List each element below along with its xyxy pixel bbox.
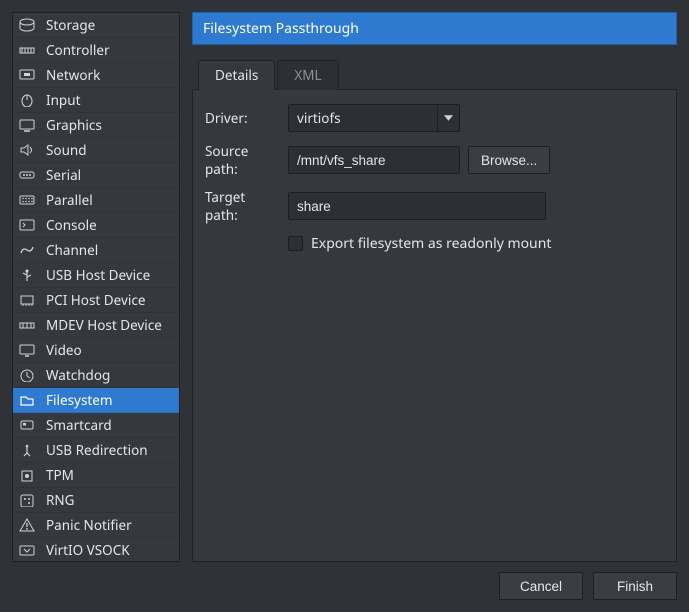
source-path-label: Source path: — [205, 142, 280, 178]
filesystem-icon — [17, 392, 37, 408]
readonly-checkbox[interactable] — [288, 236, 303, 251]
sidebar-item-label: Filesystem — [46, 391, 173, 409]
sidebar-item-label: Network — [46, 66, 173, 84]
sound-icon — [17, 142, 37, 158]
sidebar-item-tpm[interactable]: TPM — [13, 463, 179, 488]
display-icon — [17, 117, 37, 133]
driver-value: virtiofs — [297, 109, 341, 127]
sidebar-item-label: Console — [46, 216, 173, 234]
network-icon — [17, 67, 37, 83]
sidebar-item-rng[interactable]: RNG — [13, 488, 179, 513]
details-body: Driver: virtiofs Source path: Browse... — [192, 89, 677, 562]
sidebar-item-label: Serial — [46, 166, 173, 184]
sidebar-item-virtio-vsock[interactable]: VirtIO VSOCK — [13, 538, 179, 562]
sidebar-item-label: Smartcard — [46, 416, 173, 434]
sidebar-item-usb-host-device[interactable]: USB Host Device — [13, 263, 179, 288]
readonly-label: Export filesystem as readonly mount — [311, 234, 551, 253]
sidebar-item-label: PCI Host Device — [46, 291, 173, 309]
sidebar-item-watchdog[interactable]: Watchdog — [13, 363, 179, 388]
sidebar-item-panic-notifier[interactable]: Panic Notifier — [13, 513, 179, 538]
smartcard-icon — [17, 417, 37, 433]
serial-icon — [17, 167, 37, 183]
sidebar-item-label: Parallel — [46, 191, 173, 209]
input-icon — [17, 92, 37, 108]
sidebar-item-label: Sound — [46, 141, 173, 159]
sidebar-item-label: Video — [46, 341, 173, 359]
hardware-sidebar: Storage Controller Network Input Graphics Sou… — [12, 12, 180, 562]
chevron-down-icon — [437, 105, 459, 131]
tab-details[interactable]: Details — [198, 60, 275, 90]
sidebar-item-channel[interactable]: Channel — [13, 238, 179, 263]
sidebar-item-label: TPM — [46, 466, 173, 484]
sidebar-item-label: Graphics — [46, 116, 173, 134]
sidebar-item-label: USB Host Device — [46, 266, 173, 284]
sidebar-item-pci-host-device[interactable]: PCI Host Device — [13, 288, 179, 313]
driver-select[interactable]: virtiofs — [288, 104, 460, 132]
panel-title: Filesystem Passthrough — [192, 12, 677, 45]
sidebar-item-label: MDEV Host Device — [46, 316, 173, 334]
sidebar-item-label: Storage — [46, 16, 173, 34]
sidebar-item-sound[interactable]: Sound — [13, 138, 179, 163]
sidebar-item-console[interactable]: Console — [13, 213, 179, 238]
sidebar-item-label: Controller — [46, 41, 173, 59]
sidebar-item-serial[interactable]: Serial — [13, 163, 179, 188]
sidebar-item-label: Input — [46, 91, 173, 109]
rng-icon — [17, 492, 37, 508]
sidebar-item-label: USB Redirection — [46, 441, 173, 459]
sidebar-item-video[interactable]: Video — [13, 338, 179, 363]
console-icon — [17, 217, 37, 233]
sidebar-item-label: Channel — [46, 241, 173, 259]
usb-icon — [17, 267, 37, 283]
finish-button[interactable]: Finish — [593, 572, 677, 600]
sidebar-item-label: RNG — [46, 491, 173, 509]
channel-icon — [17, 242, 37, 258]
sidebar-item-input[interactable]: Input — [13, 88, 179, 113]
usb-redir-icon — [17, 442, 37, 458]
sidebar-item-storage[interactable]: Storage — [13, 13, 179, 38]
parallel-icon — [17, 192, 37, 208]
sidebar-item-usb-redirection[interactable]: USB Redirection — [13, 438, 179, 463]
target-path-label: Target path: — [205, 188, 280, 224]
sidebar-item-controller[interactable]: Controller — [13, 38, 179, 63]
cancel-button[interactable]: Cancel — [499, 572, 583, 600]
sidebar-item-label: Watchdog — [46, 366, 173, 384]
sidebar-item-label: VirtIO VSOCK — [46, 541, 173, 559]
pci-icon — [17, 292, 37, 308]
source-path-input[interactable] — [288, 146, 460, 174]
tab-xml[interactable]: XML — [277, 60, 338, 90]
sidebar-item-parallel[interactable]: Parallel — [13, 188, 179, 213]
sidebar-item-graphics[interactable]: Graphics — [13, 113, 179, 138]
sidebar-item-filesystem[interactable]: Filesystem — [13, 388, 179, 413]
panic-icon — [17, 517, 37, 533]
driver-label: Driver: — [205, 109, 280, 127]
tpm-icon — [17, 467, 37, 483]
sidebar-item-mdev-host-device[interactable]: MDEV Host Device — [13, 313, 179, 338]
sidebar-item-network[interactable]: Network — [13, 63, 179, 88]
disk-icon — [17, 17, 37, 33]
sidebar-item-smartcard[interactable]: Smartcard — [13, 413, 179, 438]
target-path-input[interactable] — [288, 192, 546, 220]
video-icon — [17, 342, 37, 358]
vsock-icon — [17, 542, 37, 558]
watchdog-icon — [17, 367, 37, 383]
mdev-icon — [17, 317, 37, 333]
sidebar-item-label: Panic Notifier — [46, 516, 173, 534]
browse-button[interactable]: Browse... — [468, 146, 550, 174]
controller-icon — [17, 42, 37, 58]
